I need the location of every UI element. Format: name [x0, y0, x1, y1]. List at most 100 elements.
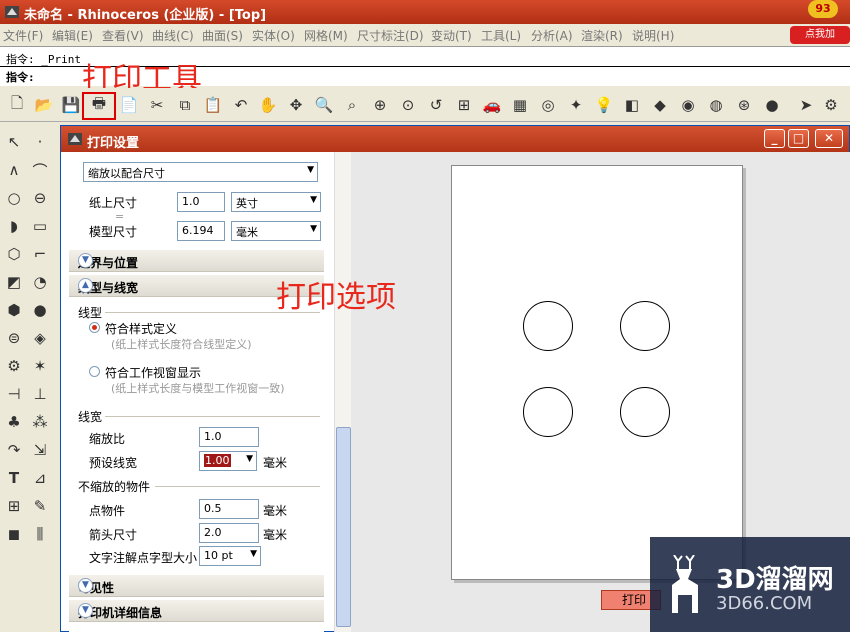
- circle-icon[interactable]: ○: [2, 186, 26, 210]
- render-sphere-icon[interactable]: ●: [761, 94, 783, 116]
- zoom-icon[interactable]: 🔍: [313, 94, 335, 116]
- arrow-size-input[interactable]: 2.0: [199, 523, 259, 543]
- four-viewports-icon[interactable]: ⊞: [453, 94, 475, 116]
- menu-render[interactable]: 渲染(R): [581, 27, 623, 44]
- paper-size-input[interactable]: 1.0: [177, 192, 225, 212]
- scale-icon[interactable]: ⇲: [28, 438, 52, 462]
- group-icon[interactable]: ⁂: [28, 410, 52, 434]
- boolean-icon[interactable]: ♣: [2, 410, 26, 434]
- sphere-icon[interactable]: ◍: [705, 94, 727, 116]
- ellipse-icon[interactable]: ⊖: [28, 186, 52, 210]
- move-icon[interactable]: ↷: [2, 438, 26, 462]
- maximize-icon[interactable]: □: [788, 129, 809, 148]
- new-icon[interactable]: 🗋: [6, 94, 28, 116]
- point-icon[interactable]: ·: [28, 130, 52, 154]
- section-visibility[interactable]: 可见性 ▼: [69, 575, 324, 597]
- text-dot-size-dropdown[interactable]: 10 pt ▼: [199, 546, 261, 566]
- sphere-tool-icon[interactable]: ●: [28, 298, 52, 322]
- page-icon[interactable]: 📄: [118, 94, 140, 116]
- menu-dimension[interactable]: 尺寸标注(D): [357, 27, 424, 44]
- polygon-icon[interactable]: ⬡: [2, 242, 26, 266]
- linetype-option-viewport[interactable]: 符合工作视窗显示: [105, 364, 201, 381]
- expand-chevron-icon[interactable]: ▼: [78, 578, 93, 593]
- menu-surface[interactable]: 曲面(S): [202, 27, 243, 44]
- solid-box-icon[interactable]: ◼: [2, 522, 26, 546]
- mesh-icon[interactable]: ◈: [28, 326, 52, 350]
- surface-icon[interactable]: ◩: [2, 270, 26, 294]
- layer-icon[interactable]: ◧: [621, 94, 643, 116]
- polyline-icon[interactable]: ∧: [2, 158, 26, 182]
- fillet-icon[interactable]: ⌐: [28, 242, 52, 266]
- section-boundary-position[interactable]: 边界与位置 ▼: [69, 250, 324, 272]
- explode-icon[interactable]: ✶: [28, 354, 52, 378]
- zoom-selected-icon[interactable]: ⊙: [397, 94, 419, 116]
- cylinder-icon[interactable]: ⊜: [2, 326, 26, 350]
- color-icon[interactable]: ◉: [677, 94, 699, 116]
- panel-scrollbar[interactable]: [334, 152, 351, 632]
- linetype-style-radio[interactable]: [89, 322, 100, 333]
- box-icon[interactable]: ⬢: [2, 298, 26, 322]
- menu-view[interactable]: 查看(V): [102, 27, 144, 44]
- menu-tools[interactable]: 工具(L): [481, 27, 521, 44]
- collapse-chevron-icon[interactable]: ▲: [78, 278, 93, 293]
- zoom-window-icon[interactable]: ⌕: [341, 94, 363, 116]
- arrow-icon[interactable]: ➤: [795, 94, 817, 116]
- arc-icon[interactable]: ◗: [2, 214, 26, 238]
- section-printer-details[interactable]: 打印机详细信息 ▼: [69, 600, 324, 622]
- grid-icon[interactable]: ▦: [509, 94, 531, 116]
- dimension-icon[interactable]: ⊿: [28, 466, 52, 490]
- menu-transform[interactable]: 变动(T): [431, 27, 472, 44]
- linewidth-scale-input[interactable]: 1.0: [199, 427, 259, 447]
- linetype-option-style[interactable]: 符合样式定义: [105, 320, 177, 337]
- expand-chevron-icon[interactable]: ▼: [78, 253, 93, 268]
- undo-view-icon[interactable]: ↺: [425, 94, 447, 116]
- cut-icon[interactable]: ✂: [146, 94, 168, 116]
- car-icon[interactable]: 🚗: [481, 94, 503, 116]
- bars-icon[interactable]: ⫼: [28, 522, 52, 546]
- properties-icon[interactable]: ◆: [649, 94, 671, 116]
- curve-icon[interactable]: ⌒: [28, 158, 52, 182]
- gear-tool-icon[interactable]: ⚙: [2, 354, 26, 378]
- snap-icon[interactable]: ◎: [537, 94, 559, 116]
- minimize-icon[interactable]: _: [764, 129, 785, 148]
- promo-badge[interactable]: 点我加: [790, 26, 850, 44]
- split-icon[interactable]: ⊥: [28, 382, 52, 406]
- trim-icon[interactable]: ⊣: [2, 382, 26, 406]
- menu-file[interactable]: 文件(F): [3, 27, 43, 44]
- menu-curve[interactable]: 曲线(C): [152, 27, 194, 44]
- osnap-icon[interactable]: ✦: [565, 94, 587, 116]
- undo-icon[interactable]: ↶: [230, 94, 252, 116]
- light-icon[interactable]: 💡: [593, 94, 615, 116]
- rotate-icon[interactable]: ✥: [285, 94, 307, 116]
- menu-mesh[interactable]: 网格(M): [304, 27, 348, 44]
- close-icon[interactable]: ✕: [815, 129, 843, 148]
- dialog-titlebar[interactable]: 打印设置 _ □ ✕: [61, 126, 849, 152]
- paper-unit-dropdown[interactable]: 英寸 ▼: [231, 192, 321, 212]
- copy-icon[interactable]: ⧉: [174, 94, 196, 116]
- scrollbar-thumb[interactable]: [336, 427, 351, 627]
- default-linewidth-dropdown[interactable]: 1.00 ▼: [199, 451, 257, 471]
- wire-sphere-icon[interactable]: ⊛: [733, 94, 755, 116]
- block-icon[interactable]: ⊞: [2, 494, 26, 518]
- menu-solid[interactable]: 实体(O): [252, 27, 295, 44]
- select-arrow-icon[interactable]: ↖: [2, 130, 26, 154]
- menu-help[interactable]: 说明(H): [632, 27, 674, 44]
- linetype-viewport-radio[interactable]: [89, 366, 100, 377]
- model-size-input[interactable]: 6.194: [177, 221, 225, 241]
- expand-chevron-icon[interactable]: ▼: [78, 603, 93, 618]
- point-object-input[interactable]: 0.5: [199, 499, 259, 519]
- settings-icon[interactable]: ⚙: [820, 94, 842, 116]
- command-prompt[interactable]: 指令:: [6, 69, 35, 85]
- open-icon[interactable]: 📂: [33, 94, 55, 116]
- text-icon[interactable]: T: [2, 466, 26, 490]
- paste-icon[interactable]: 📋: [202, 94, 224, 116]
- notification-badge[interactable]: 93: [808, 0, 838, 18]
- save-icon[interactable]: 💾: [60, 94, 82, 116]
- loft-icon[interactable]: ◔: [28, 270, 52, 294]
- scale-mode-dropdown[interactable]: 缩放以配合尺寸 ▼: [83, 162, 318, 182]
- rectangle-icon[interactable]: ▭: [28, 214, 52, 238]
- pan-icon[interactable]: ✋: [257, 94, 279, 116]
- edit-icon[interactable]: ✎: [28, 494, 52, 518]
- zoom-extents-icon[interactable]: ⊕: [369, 94, 391, 116]
- menu-analyze[interactable]: 分析(A): [531, 27, 573, 44]
